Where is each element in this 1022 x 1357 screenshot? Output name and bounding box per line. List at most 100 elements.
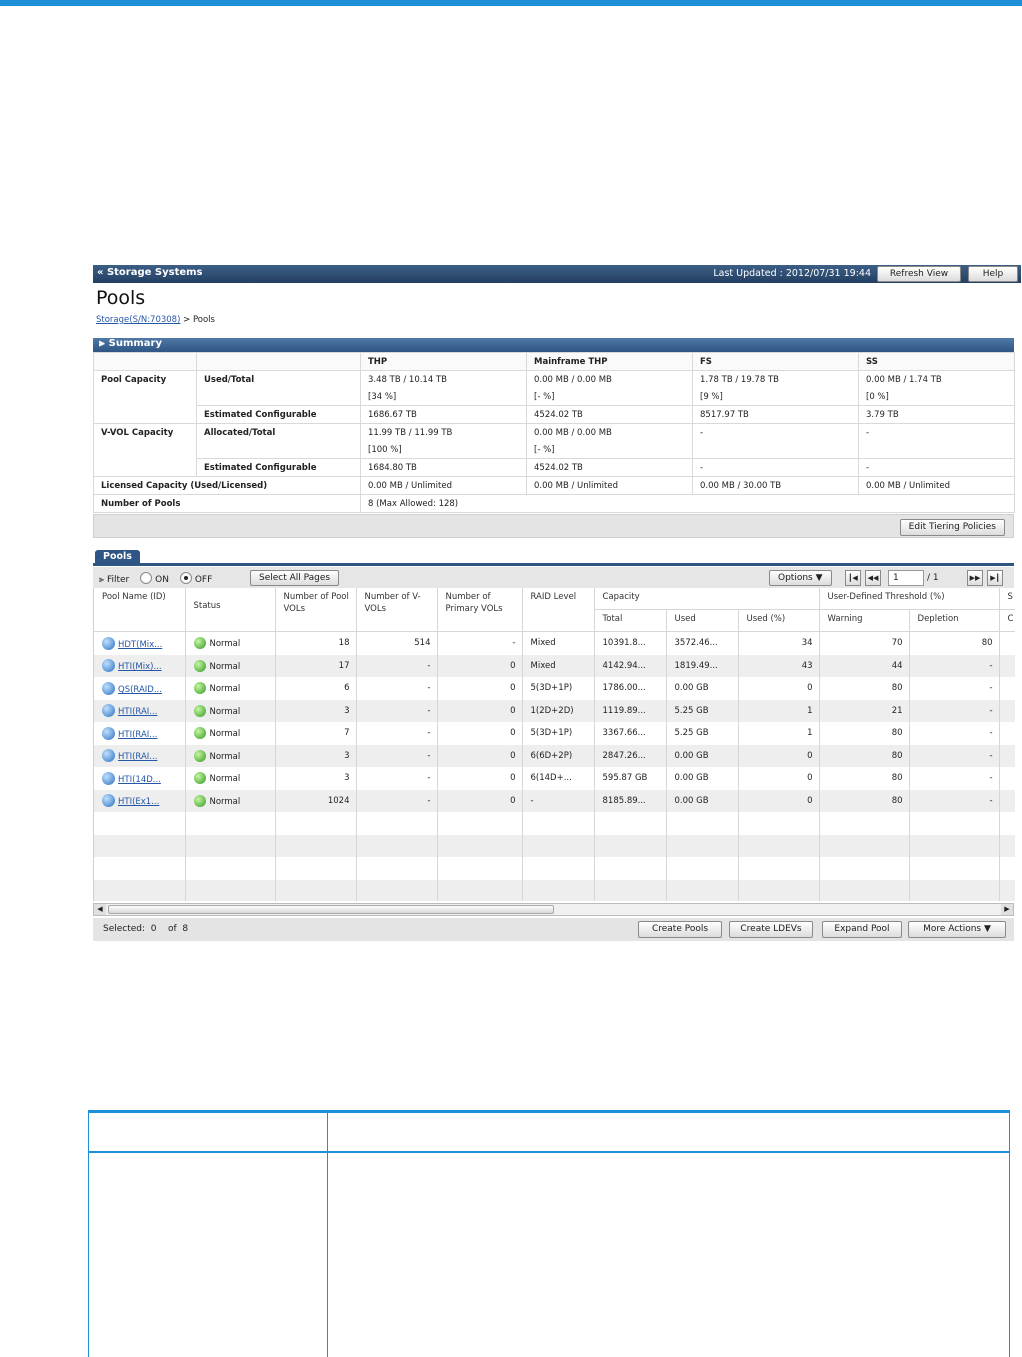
pool-name-link[interactable]: HTI(RAI... xyxy=(118,707,157,717)
col-raid-level[interactable]: RAID Level xyxy=(522,588,595,632)
status-normal-icon xyxy=(193,659,206,672)
summary-header[interactable]: ⫸ Summary xyxy=(93,338,1014,352)
selection-summary: Selected: 0 of 8 xyxy=(103,924,188,934)
cell-used-pct: 0 xyxy=(738,767,820,790)
more-actions-dropdown[interactable]: More Actions ▼ xyxy=(908,921,1006,938)
pool-name-link[interactable]: HTI(Ex1... xyxy=(118,797,159,807)
horizontal-scrollbar[interactable]: ◀ ▶ xyxy=(93,903,1014,916)
next-page-icon[interactable]: ▶▶ xyxy=(967,570,983,586)
cell-total: 8185.89... xyxy=(594,789,667,812)
cell-depletion xyxy=(909,879,1000,901)
pool-name-link[interactable]: HDT(Mix... xyxy=(118,640,162,650)
summary-col-thp: THP xyxy=(360,352,527,371)
summary-cell: 11.99 TB / 11.99 TB xyxy=(360,423,527,441)
pool-name-link[interactable]: HTI(Mix)... xyxy=(118,662,162,672)
col-used-pct[interactable]: Used (%) xyxy=(738,609,820,633)
cell-primary: 0 xyxy=(437,789,523,812)
filter-off-radio[interactable] xyxy=(179,572,192,584)
page-number-input[interactable]: 1 xyxy=(888,570,924,586)
refresh-view-button[interactable]: Refresh View xyxy=(877,266,961,282)
status-normal-icon xyxy=(193,772,206,785)
cell-vvols: - xyxy=(356,654,438,677)
scrollbar-thumb[interactable] xyxy=(108,905,554,914)
cell-name: HTI(RAI... xyxy=(94,699,186,722)
previous-page-icon[interactable]: ◀◀ xyxy=(865,570,881,586)
table-row[interactable]: HTI(RAI... Normal 3-0 1(2D+2D) 1119.89... 5.2… xyxy=(94,699,1015,722)
table-row[interactable]: HTI(Ex1... Normal 1024-0-8185.89... 0.00 GB… xyxy=(94,789,1015,812)
cell-total: 1119.89... xyxy=(594,699,667,722)
cell-status: Normal xyxy=(185,744,276,767)
cell-status xyxy=(185,812,276,835)
cell-depletion: - xyxy=(909,744,1000,767)
pool-name-link[interactable]: HTI(14D... xyxy=(118,775,161,785)
col-extra[interactable]: C xyxy=(999,609,1015,633)
cell-total xyxy=(594,879,667,901)
cell-used: 5.25 GB xyxy=(666,699,739,722)
cell-name: HTI(RAI... xyxy=(94,722,186,745)
col-depletion[interactable]: Depletion xyxy=(909,609,1000,633)
total-count: 8 xyxy=(182,924,189,934)
cell-status: Normal xyxy=(185,631,276,655)
col-used[interactable]: Used xyxy=(666,609,739,633)
pools-grid-viewport[interactable]: Pool Name (ID) Status Number of Pool VOL… xyxy=(93,588,1015,901)
summary-cell: - xyxy=(692,458,859,477)
status-normal-icon xyxy=(193,682,206,695)
col-warning[interactable]: Warning xyxy=(819,609,910,633)
col-status[interactable]: Status xyxy=(185,588,276,632)
table-row[interactable]: HTI(RAI... Normal 7-0 5(3D+1P) 3367.66... 5.2… xyxy=(94,722,1015,745)
filter-label: Filter xyxy=(106,575,130,585)
col-pool-name[interactable]: Pool Name (ID) xyxy=(94,588,186,632)
table-row[interactable]: QS(RAID... Normal 6-0 5(3D+1P) 1786.00... 0.0… xyxy=(94,677,1015,700)
summary-cell: 1.78 TB / 19.78 TB xyxy=(692,370,859,388)
first-page-icon[interactable]: ┃◀ xyxy=(845,570,861,586)
cell-primary: - xyxy=(437,631,523,655)
cell-pool-vols xyxy=(275,857,357,880)
status-normal-icon xyxy=(193,704,206,717)
summary-cell xyxy=(692,441,859,459)
cell-raid xyxy=(522,812,595,835)
expand-pool-button[interactable]: Expand Pool xyxy=(822,921,902,938)
cell-raid: - xyxy=(522,789,595,812)
table-row[interactable]: HDT(Mix... Normal 18 514- Mixed 10391.8... 357… xyxy=(94,631,1015,655)
scroll-left-icon[interactable]: ◀ xyxy=(94,904,106,915)
last-page-icon[interactable]: ▶┃ xyxy=(987,570,1003,586)
col-vvols[interactable]: Number of V-VOLs xyxy=(356,588,438,632)
cell-primary xyxy=(437,834,523,857)
cell-vvols: - xyxy=(356,699,438,722)
summary-group-label: V-VOL Capacity xyxy=(93,423,197,441)
table-row[interactable]: HTI(Mix)... Normal 17-0 Mixed 4142.94... 1819… xyxy=(94,654,1015,677)
pool-name-link[interactable]: HTI(RAI... xyxy=(118,730,157,740)
filter-on-radio[interactable] xyxy=(140,572,153,584)
summary-table: THP Mainframe THP FS SS Pool Capacity Us… xyxy=(93,352,1015,513)
cell-used-pct: 0 xyxy=(738,744,820,767)
cell-total xyxy=(594,857,667,880)
table-row[interactable]: HTI(14D... Normal 3-0 6(14D+... 595.87 GB 0.0… xyxy=(94,767,1015,790)
summary-cell: [9 %] xyxy=(692,388,859,406)
col-total[interactable]: Total xyxy=(594,609,667,633)
scroll-right-icon[interactable]: ▶ xyxy=(1001,904,1013,915)
pool-name-link[interactable]: QS(RAID... xyxy=(118,685,162,695)
pool-icon xyxy=(102,726,115,740)
filter-chevron-icon[interactable]: ⫸ xyxy=(99,575,104,585)
cell-raid: 6(14D+... xyxy=(522,767,595,790)
help-button[interactable]: Help xyxy=(968,266,1018,282)
col-primary-vols[interactable]: Number of Primary VOLs xyxy=(437,588,523,632)
storage-systems-link[interactable]: « Storage Systems xyxy=(97,267,203,278)
create-pools-button[interactable]: Create Pools xyxy=(638,921,722,938)
cell-status xyxy=(185,879,276,901)
cell-warning: 80 xyxy=(819,722,910,745)
cell-total: 1786.00... xyxy=(594,677,667,700)
select-all-pages-button[interactable]: Select All Pages xyxy=(250,570,340,586)
grid-footer: Selected: 0 of 8 Create Pools Create LDE… xyxy=(93,918,1014,941)
collapse-chevron-icon[interactable]: ⫸ xyxy=(99,338,105,349)
breadcrumb-storage-link[interactable]: Storage(S/N:70308) xyxy=(96,315,180,325)
options-dropdown[interactable]: Options ▼ xyxy=(769,570,832,586)
table-row[interactable]: HTI(RAI... Normal 3-0 6(6D+2P) 2847.26... 0.0… xyxy=(94,744,1015,767)
cell-status: Normal xyxy=(185,677,276,700)
pool-name-link[interactable]: HTI(RAI... xyxy=(118,752,157,762)
col-pool-vols[interactable]: Number of Pool VOLs xyxy=(275,588,357,632)
cell-pool-vols xyxy=(275,879,357,901)
create-ldevs-button[interactable]: Create LDEVs xyxy=(729,921,813,938)
cell-name: HDT(Mix... xyxy=(94,631,186,655)
edit-tiering-policies-button[interactable]: Edit Tiering Policies xyxy=(899,519,1005,536)
